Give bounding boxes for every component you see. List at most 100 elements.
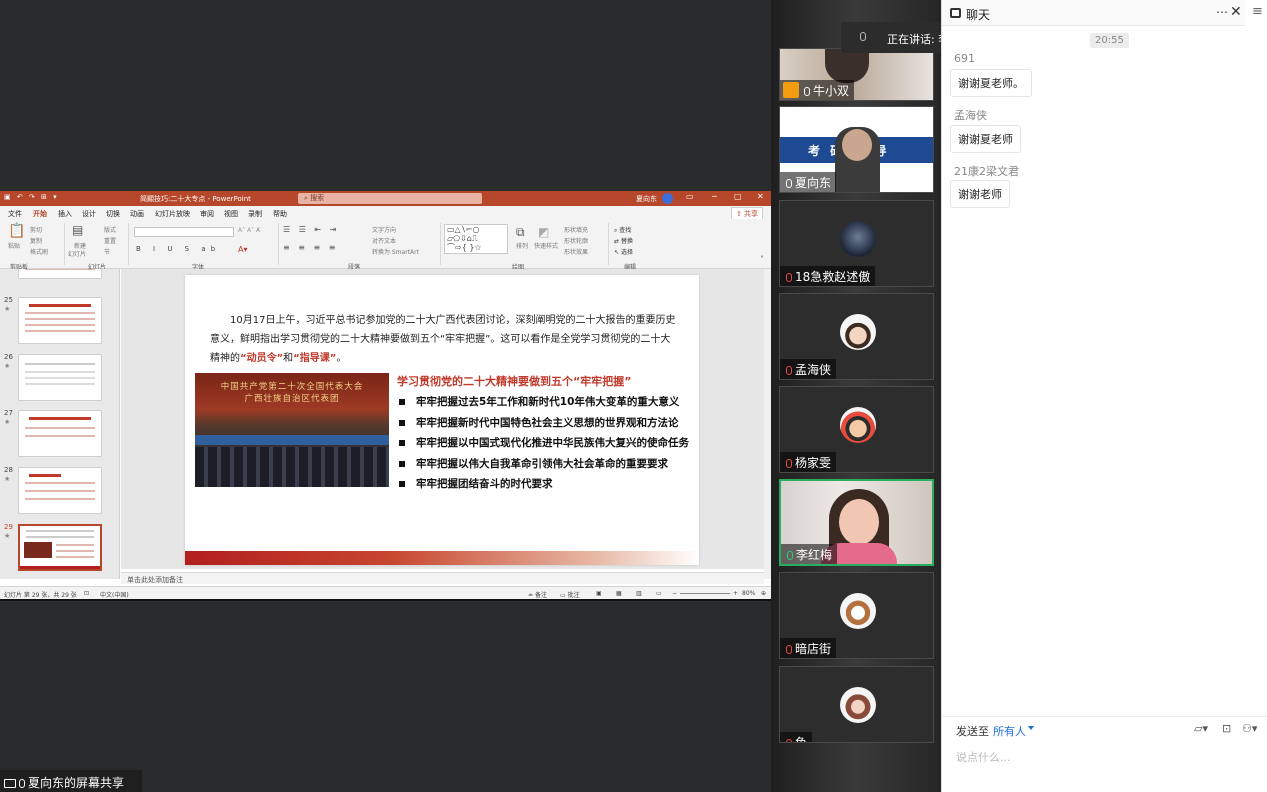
shapes-gallery[interactable]: ▭△∖⌐○ ▱⬠⇩⌂⎍ ⌒⇨{ }☆ xyxy=(444,224,508,254)
paste-icon[interactable]: 📋 xyxy=(8,223,25,239)
quick-styles-icon[interactable]: ◩ xyxy=(538,225,549,239)
chat-bubble-icon xyxy=(950,8,961,18)
text-direction-button[interactable]: 文字方向 xyxy=(372,225,396,234)
message-bubble[interactable]: 谢谢夏老师 xyxy=(950,125,1021,153)
slide-thumbnail-active[interactable] xyxy=(18,524,102,571)
participant-tile-speaking[interactable]: 李红梅 xyxy=(779,479,934,566)
font-size-icons[interactable]: A˄ A˅ A̸ xyxy=(238,227,260,234)
copy-button[interactable]: 复制 xyxy=(30,236,42,245)
slide-thumbnail[interactable] xyxy=(18,269,102,279)
tab-review[interactable]: 审阅 xyxy=(200,209,214,219)
participant-label: 牛小双 xyxy=(780,80,855,100)
format-painter-button[interactable]: 格式刷 xyxy=(30,247,48,256)
smartart-button[interactable]: 转换为 SmartArt xyxy=(372,247,419,256)
shape-fill-button[interactable]: 形状填充 xyxy=(564,225,588,234)
layout-button[interactable]: 版式 xyxy=(104,225,116,234)
tab-slideshow[interactable]: 幻灯片放映 xyxy=(155,209,190,219)
zoom-slider[interactable] xyxy=(680,593,730,594)
tab-file[interactable]: 文件 xyxy=(8,209,22,219)
sorter-view-icon[interactable]: ▦ xyxy=(616,590,622,597)
participant-name: 暗店街 xyxy=(795,642,832,656)
participant-tile[interactable]: 18急救赵述傲 xyxy=(779,200,934,287)
zoom-in-icon[interactable]: + xyxy=(733,590,738,597)
maximize-icon[interactable]: ▢ xyxy=(734,192,742,201)
tab-animations[interactable]: 动画 xyxy=(130,209,144,219)
notes-toggle-label: 备注 xyxy=(534,592,547,599)
screenshot-icon[interactable]: ⊡ xyxy=(1222,722,1231,735)
arrange-button[interactable]: 排列 xyxy=(516,241,528,250)
menu-icon[interactable]: ≡ xyxy=(1252,4,1263,19)
section-button[interactable]: 节 xyxy=(104,247,110,256)
ppt-user-avatar[interactable] xyxy=(662,193,673,204)
fit-slide-icon[interactable]: ⊕ xyxy=(761,590,766,597)
file-icon[interactable]: ▱▾ xyxy=(1194,722,1208,735)
current-slide[interactable]: 10月17日上午，习近平总书记参加党的二十大广西代表团讨论，深刻阐明党的二十大报… xyxy=(185,275,699,565)
participant-video-column[interactable]: 牛小双 考 研 辅 导 夏向东 18急救赵述傲 孟海侠 杨家雯 李红梅 暗店街 … xyxy=(771,0,941,792)
reset-button[interactable]: 重置 xyxy=(104,236,116,245)
participant-tile[interactable]: 杨家雯 xyxy=(779,386,934,473)
more-options-icon[interactable]: ⋯ xyxy=(1216,5,1228,19)
slide-thumbnail[interactable] xyxy=(18,354,102,401)
participant-tile[interactable]: 孟海侠 xyxy=(779,293,934,380)
intro-highlight-mobilization: “动员令” xyxy=(240,353,284,364)
participant-tile[interactable]: 考 研 辅 导 夏向东 xyxy=(779,106,934,193)
arrange-icon[interactable]: ⧉ xyxy=(516,225,525,240)
close-icon[interactable]: ✕ xyxy=(757,192,764,201)
send-to-dropdown[interactable]: 所有人 xyxy=(993,723,1026,739)
participant-tile[interactable]: 牛小双 xyxy=(779,48,934,101)
font-name-box[interactable] xyxy=(134,227,234,237)
tab-help[interactable]: 帮助 xyxy=(273,209,287,219)
align-text-button[interactable]: 对齐文本 xyxy=(372,236,396,245)
slide-counter: 幻灯片 第 29 张，共 29 张 xyxy=(4,592,77,599)
tab-insert[interactable]: 插入 xyxy=(58,209,72,219)
tab-design[interactable]: 设计 xyxy=(82,209,96,219)
message-bubble[interactable]: 谢谢老师 xyxy=(950,180,1010,208)
ppt-search-box[interactable]: ⌕ 搜索 xyxy=(298,193,482,204)
shape-outline-button[interactable]: 形状轮廓 xyxy=(564,236,588,245)
participant-name: 孟海侠 xyxy=(795,363,832,377)
slideshow-view-icon[interactable]: ▭ xyxy=(656,590,662,597)
collapse-ribbon-icon[interactable]: ˄ xyxy=(760,255,764,264)
select-label: 选择 xyxy=(620,249,633,256)
align-buttons[interactable]: ≡ ≡ ≡ ≡ xyxy=(283,243,338,252)
muted-microphone-icon xyxy=(786,739,792,742)
normal-view-icon[interactable]: ▣ xyxy=(596,590,602,597)
chat-message-input[interactable] xyxy=(956,747,1256,767)
replace-label: 替换 xyxy=(620,238,633,245)
font-color-button[interactable]: A▾ xyxy=(238,245,248,254)
slide-thumbnail[interactable] xyxy=(18,410,102,457)
quick-access-icons[interactable]: ▣ ↶ ↷ ⊞ ▾ xyxy=(4,193,59,201)
photo-banner-line2: 广西壮族自治区代表团 xyxy=(244,394,340,404)
zoom-level[interactable]: 80% xyxy=(742,590,755,597)
tab-record[interactable]: 录制 xyxy=(248,209,262,219)
notes-pane[interactable]: 单击此处添加备注 xyxy=(121,572,764,584)
participant-tile[interactable]: 鱼 xyxy=(779,666,934,743)
find-label: 查找 xyxy=(619,227,632,234)
language-indicator[interactable]: 中文(中国) xyxy=(100,590,129,599)
zoom-out-icon[interactable]: − xyxy=(672,590,677,597)
shape-effects-button[interactable]: 形状效果 xyxy=(564,247,588,256)
ribbon-display-icon[interactable]: ▭ xyxy=(686,192,694,201)
paste-button[interactable]: 粘贴 xyxy=(8,241,20,250)
font-style-buttons[interactable]: B I U S ab xyxy=(136,245,220,253)
slide-editing-canvas[interactable]: 10月17日上午，习近平总书记参加党的二十大广西代表团讨论，深刻阐明党的二十大报… xyxy=(121,269,764,569)
quick-styles-button[interactable]: 快速样式 xyxy=(534,241,558,250)
message-bubble[interactable]: 谢谢夏老师。 xyxy=(950,69,1032,97)
slide-thumbnail[interactable] xyxy=(18,467,102,514)
cut-button[interactable]: 剪切 xyxy=(30,225,42,234)
tab-view[interactable]: 视图 xyxy=(224,209,238,219)
accessibility-icon[interactable]: ⊡ xyxy=(84,590,89,597)
tab-transitions[interactable]: 切换 xyxy=(106,209,120,219)
slide-thumbnail-pane[interactable]: 25 ★ 26 ★ 27 ★ 28 ★ 29 ★ xyxy=(0,269,120,579)
reading-view-icon[interactable]: ▥ xyxy=(636,590,642,597)
chevron-down-icon[interactable] xyxy=(1028,726,1034,730)
slide-thumbnail[interactable] xyxy=(18,297,102,344)
slide-vertical-scrollbar[interactable] xyxy=(764,269,771,579)
thumbnail-star-icon: ★ xyxy=(4,532,11,540)
list-buttons[interactable]: ☰ ☰ ⇤ ⇥ xyxy=(283,225,339,234)
minimize-icon[interactable]: ─ xyxy=(712,192,717,201)
participant-tile[interactable]: 暗店街 xyxy=(779,572,934,659)
user-icon[interactable]: ⚇▾ xyxy=(1242,722,1257,735)
new-slide-icon[interactable]: ▤ xyxy=(72,223,83,237)
close-chat-icon[interactable]: ✕ xyxy=(1230,4,1242,20)
